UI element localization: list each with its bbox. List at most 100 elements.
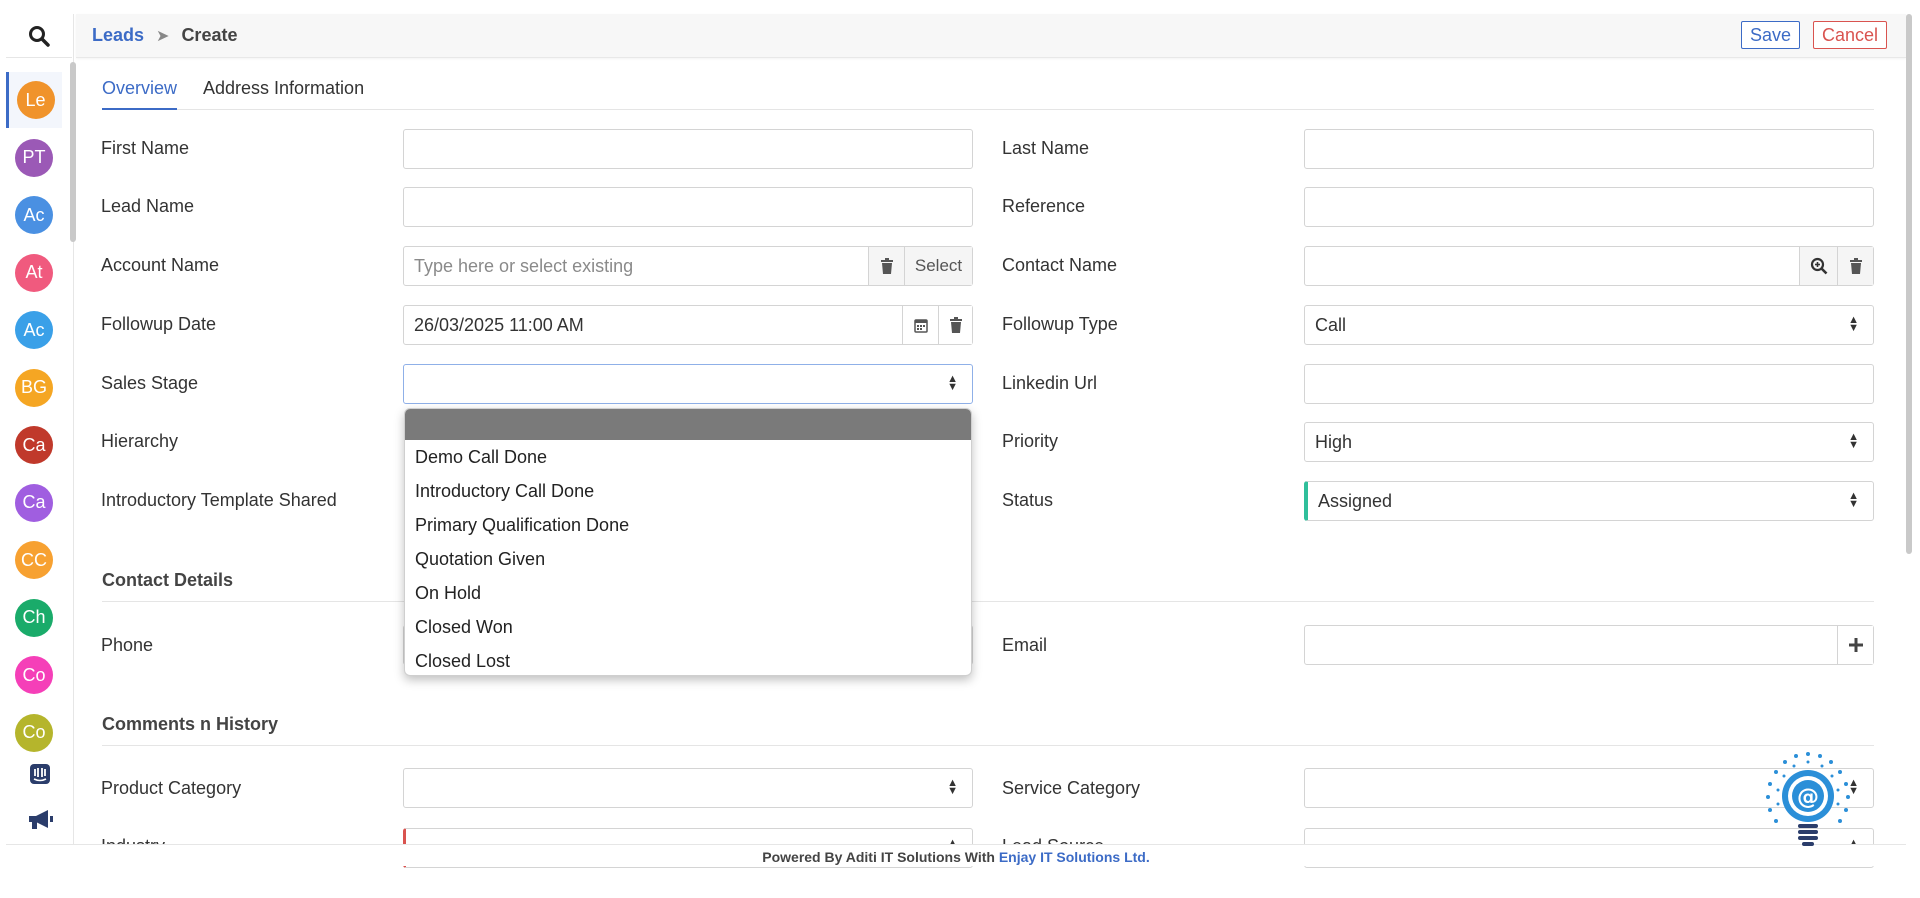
hierarchy-label: Hierarchy — [101, 431, 179, 451]
megaphone-icon[interactable] — [20, 802, 60, 838]
followup-date-clear-trash-icon[interactable] — [938, 306, 972, 344]
select-arrows-icon: ▲▼ — [947, 777, 958, 797]
email-label: Email — [1002, 635, 1048, 655]
sidebar-item-bg-5[interactable]: BG — [6, 360, 62, 416]
dropdown-option-blank[interactable] — [405, 409, 971, 440]
first-name-input[interactable] — [403, 129, 973, 169]
search-icon[interactable] — [6, 14, 72, 58]
svg-text:@: @ — [1797, 785, 1819, 810]
select-arrows-icon: ▲▼ — [1848, 431, 1859, 451]
tab-address-information[interactable]: Address Information — [203, 78, 364, 110]
dropdown-option[interactable]: Closed Won — [405, 610, 971, 644]
avatar: CC — [15, 541, 53, 579]
avatar: Ch — [15, 598, 53, 637]
avatar: Co — [15, 713, 53, 752]
status-label: Status — [1002, 490, 1054, 510]
breadcrumb-leads-link[interactable]: Leads — [92, 25, 144, 46]
product-category-select[interactable]: ▲ ▼ — [403, 768, 973, 808]
avatar: Le — [16, 81, 55, 119]
priority-label: Priority — [1002, 431, 1059, 451]
priority-select[interactable]: High ▲ ▼ — [1304, 422, 1874, 462]
avatar: PT — [15, 138, 53, 177]
chat-bulb-logo-icon[interactable]: @ — [1756, 748, 1860, 852]
account-name-placeholder: Type here or select existing — [414, 255, 634, 276]
dropdown-option[interactable]: Demo Call Done — [405, 440, 971, 474]
footer-link[interactable]: Enjay IT Solutions Ltd. — [999, 849, 1150, 865]
tab-overview[interactable]: Overview — [102, 78, 178, 110]
sales-stage-dropdown: Demo Call Done Introductory Call Done Prim… — [404, 408, 972, 676]
reference-input[interactable] — [1304, 187, 1874, 227]
lead-name-label: Lead Name — [101, 196, 195, 216]
lead-name-input[interactable] — [403, 187, 973, 227]
status-select[interactable]: Assigned ▲ ▼ — [1304, 481, 1874, 521]
account-select-button[interactable]: Select — [904, 247, 972, 285]
dropdown-option[interactable]: Introductory Call Done — [405, 474, 971, 508]
intercom-icon[interactable] — [20, 756, 60, 792]
contact-details-section-title: Contact Details — [102, 570, 1874, 602]
cancel-button[interactable]: Cancel — [1813, 21, 1888, 49]
dropdown-option[interactable]: On Hold — [405, 576, 971, 610]
avatar: Ac — [15, 196, 53, 234]
sales-stage-label: Sales Stage — [101, 373, 199, 393]
footer-text: Powered By Aditi IT Solutions With — [762, 849, 995, 865]
sidebar-item-ac-2[interactable]: Ac — [6, 187, 62, 243]
last-name-label: Last Name — [1002, 138, 1090, 158]
calendar-icon[interactable] — [902, 306, 938, 344]
linkedin-url-input[interactable] — [1304, 364, 1874, 404]
sidebar-item-ca-7[interactable]: Ca — [6, 475, 62, 531]
breadcrumb-current: Create — [181, 25, 238, 45]
followup-date-input[interactable]: 26/03/2025 11:00 AM — [403, 305, 973, 345]
avatar: Co — [15, 656, 53, 694]
priority-value: High — [1315, 431, 1353, 452]
linkedin-url-label: Linkedin Url — [1002, 373, 1098, 393]
contact-name-input[interactable] — [1304, 246, 1874, 286]
dropdown-option[interactable]: Primary Qualification Done — [405, 508, 971, 542]
add-email-plus-icon[interactable] — [1837, 626, 1873, 664]
sales-stage-select[interactable]: ▲ ▼ — [403, 364, 973, 404]
account-name-label: Account Name — [101, 255, 220, 275]
followup-type-label: Followup Type — [1002, 314, 1118, 334]
status-value: Assigned — [1318, 490, 1393, 511]
sidebar-item-le-0[interactable]: Le — [6, 72, 62, 128]
sidebar-item-co-11[interactable]: Co — [6, 705, 62, 761]
sidebar-item-cc-8[interactable]: CC — [6, 532, 62, 588]
avatar: Ca — [15, 483, 53, 522]
intro-template-label: Introductory Template Shared — [101, 490, 337, 510]
last-name-input[interactable] — [1304, 129, 1874, 169]
email-input[interactable] — [1304, 625, 1874, 665]
sidebar-item-ac-4[interactable]: Ac — [6, 302, 62, 358]
main-scrollbar[interactable] — [1906, 14, 1912, 554]
dropdown-option[interactable]: Closed Lost — [405, 644, 971, 675]
followup-date-value: 26/03/2025 11:00 AM — [414, 314, 584, 335]
comments-history-section-title: Comments n History — [102, 714, 1874, 746]
account-clear-trash-icon[interactable] — [868, 247, 904, 285]
product-category-label: Product Category — [101, 778, 242, 798]
contact-clear-trash-icon[interactable] — [1837, 247, 1873, 285]
phone-label: Phone — [101, 635, 154, 655]
contact-name-label: Contact Name — [1002, 255, 1118, 275]
avatar: Ac — [15, 311, 53, 349]
sidebar-item-pt-1[interactable]: PT — [6, 130, 62, 186]
followup-type-select[interactable]: Call ▲ ▼ — [1304, 305, 1874, 345]
account-name-input[interactable]: Type here or select existing Select — [403, 246, 973, 286]
followup-date-label: Followup Date — [101, 314, 217, 334]
avatar: At — [15, 253, 53, 292]
followup-type-value: Call — [1315, 314, 1347, 335]
sidebar-item-ch-9[interactable]: Ch — [6, 590, 62, 646]
sidebar-item-ca-6[interactable]: Ca — [6, 417, 62, 473]
avatar: BG — [15, 368, 53, 407]
save-button[interactable]: Save — [1741, 21, 1801, 49]
sidebar-item-at-3[interactable]: At — [6, 245, 62, 301]
select-arrows-icon: ▲▼ — [947, 373, 958, 393]
form-tabs: Overview Address Information — [102, 72, 1874, 110]
sidebar-scrollbar[interactable] — [70, 62, 76, 242]
breadcrumb-arrow-icon: ➤ — [156, 27, 170, 45]
contact-zoom-search-icon[interactable] — [1799, 247, 1837, 285]
select-arrows-icon: ▲▼ — [1848, 490, 1859, 510]
select-arrows-icon: ▲▼ — [1848, 314, 1859, 334]
first-name-label: First Name — [101, 138, 190, 158]
footer: Powered By Aditi IT Solutions With Enjay… — [6, 844, 1906, 866]
sidebar: Le PT Ac At Ac BG Ca Ca CC Ch Co Co — [6, 14, 76, 848]
dropdown-option[interactable]: Quotation Given — [405, 542, 971, 576]
sidebar-item-co-10[interactable]: Co — [6, 647, 62, 703]
